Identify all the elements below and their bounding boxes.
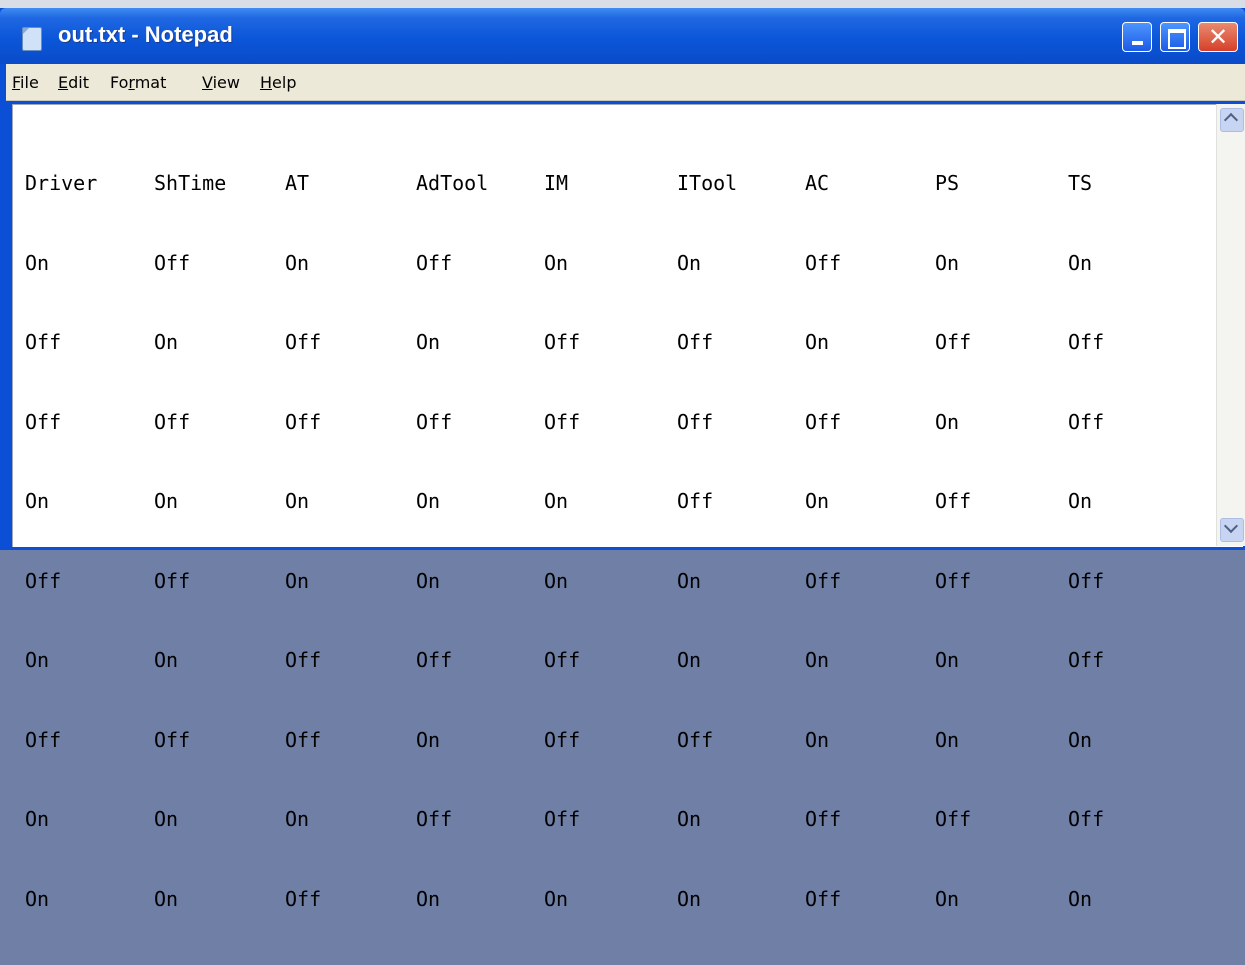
background-strip <box>0 0 1245 8</box>
notepad-icon[interactable] <box>22 27 42 51</box>
text-line: On On Off Off Off On On On Off <box>25 648 1105 672</box>
scroll-down-arrow-icon[interactable] <box>1220 518 1244 542</box>
text-line: Off Off Off On Off Off On On On <box>25 727 1093 752</box>
text-line: On Off On Off On On Off On On <box>25 250 1093 275</box>
menu-help[interactable]: Help <box>260 73 296 92</box>
maximize-button[interactable] <box>1160 22 1190 52</box>
document-text: Driver ShTime AT AdTool IM ITool AC PS TS On Off O… <box>25 117 1128 965</box>
close-button[interactable]: ✕ <box>1198 22 1238 52</box>
title-bar[interactable]: out.txt - Notepad ✕ <box>0 8 1245 64</box>
text-line: Off Off On On On On Off Off Off <box>25 568 1105 593</box>
menu-view[interactable]: View <box>202 73 240 92</box>
text-line: On On On Off Off On Off Off Off <box>25 807 1105 831</box>
text-line: On On On On On Off On Off On <box>25 489 1093 513</box>
text-line: Off On Off On Off Off On Off Off <box>25 330 1105 354</box>
window-title: out.txt - Notepad <box>58 22 233 47</box>
menu-bar: File Edit Format View Help <box>6 64 1245 101</box>
notepad-window: out.txt - Notepad ✕ File Edit Format Vie… <box>0 8 1245 911</box>
menu-format[interactable]: Format <box>110 73 166 92</box>
menu-edit[interactable]: Edit <box>58 73 89 92</box>
minimize-button[interactable] <box>1122 22 1152 52</box>
close-icon: ✕ <box>1207 23 1229 51</box>
text-line: Driver ShTime AT AdTool IM ITool AC PS TS <box>25 171 1093 195</box>
text-line: Off Off Off Off Off Off Off On Off <box>25 409 1105 434</box>
scroll-up-arrow-icon[interactable] <box>1220 108 1244 132</box>
text-editor[interactable]: Driver ShTime AT AdTool IM ITool AC PS TS On Off O… <box>12 104 1243 911</box>
vertical-scrollbar[interactable] <box>1216 104 1245 546</box>
menu-file[interactable]: File <box>12 73 39 92</box>
text-line: On On Off On On On Off On On <box>25 886 1093 911</box>
